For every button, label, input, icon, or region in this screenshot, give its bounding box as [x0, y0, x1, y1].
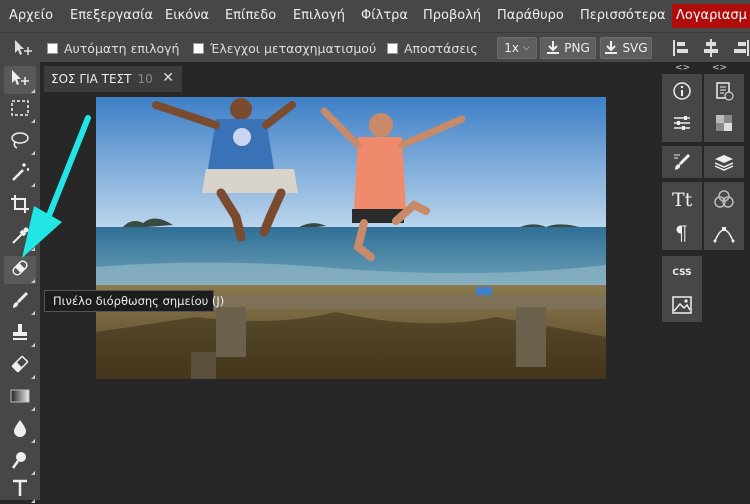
- character-icon[interactable]: Tt: [668, 186, 696, 212]
- css-image-panel: CSS: [662, 256, 702, 322]
- layers-icon[interactable]: [710, 149, 738, 175]
- svg-text:¶: ¶: [675, 222, 688, 244]
- css-icon[interactable]: CSS: [668, 260, 696, 286]
- layers-panel: [704, 146, 744, 178]
- paths-icon[interactable]: [710, 220, 738, 246]
- tool-tooltip: Πινέλο διόρθωσης σημείου (J): [44, 290, 224, 312]
- channels-paths-panel: [704, 182, 744, 250]
- brush-settings-panel: [662, 146, 702, 178]
- history-swatches-panel: [704, 74, 744, 142]
- swatches-icon[interactable]: [710, 110, 738, 136]
- paragraph-icon[interactable]: ¶: [668, 220, 696, 246]
- info-icon[interactable]: [668, 78, 696, 104]
- character-panel: Tt ¶: [662, 182, 702, 250]
- panel-expander-1[interactable]: <>: [675, 63, 690, 73]
- annotation-arrow-icon: [22, 115, 91, 258]
- channels-icon[interactable]: [710, 186, 738, 212]
- info-history-panel: [662, 74, 702, 142]
- image-icon[interactable]: [668, 292, 696, 318]
- adjustments-icon[interactable]: [668, 110, 696, 136]
- history-icon[interactable]: [710, 78, 738, 104]
- panel-expander-2[interactable]: <>: [712, 63, 727, 73]
- svg-text:Tt: Tt: [672, 189, 693, 210]
- brush-settings-icon[interactable]: [668, 149, 696, 175]
